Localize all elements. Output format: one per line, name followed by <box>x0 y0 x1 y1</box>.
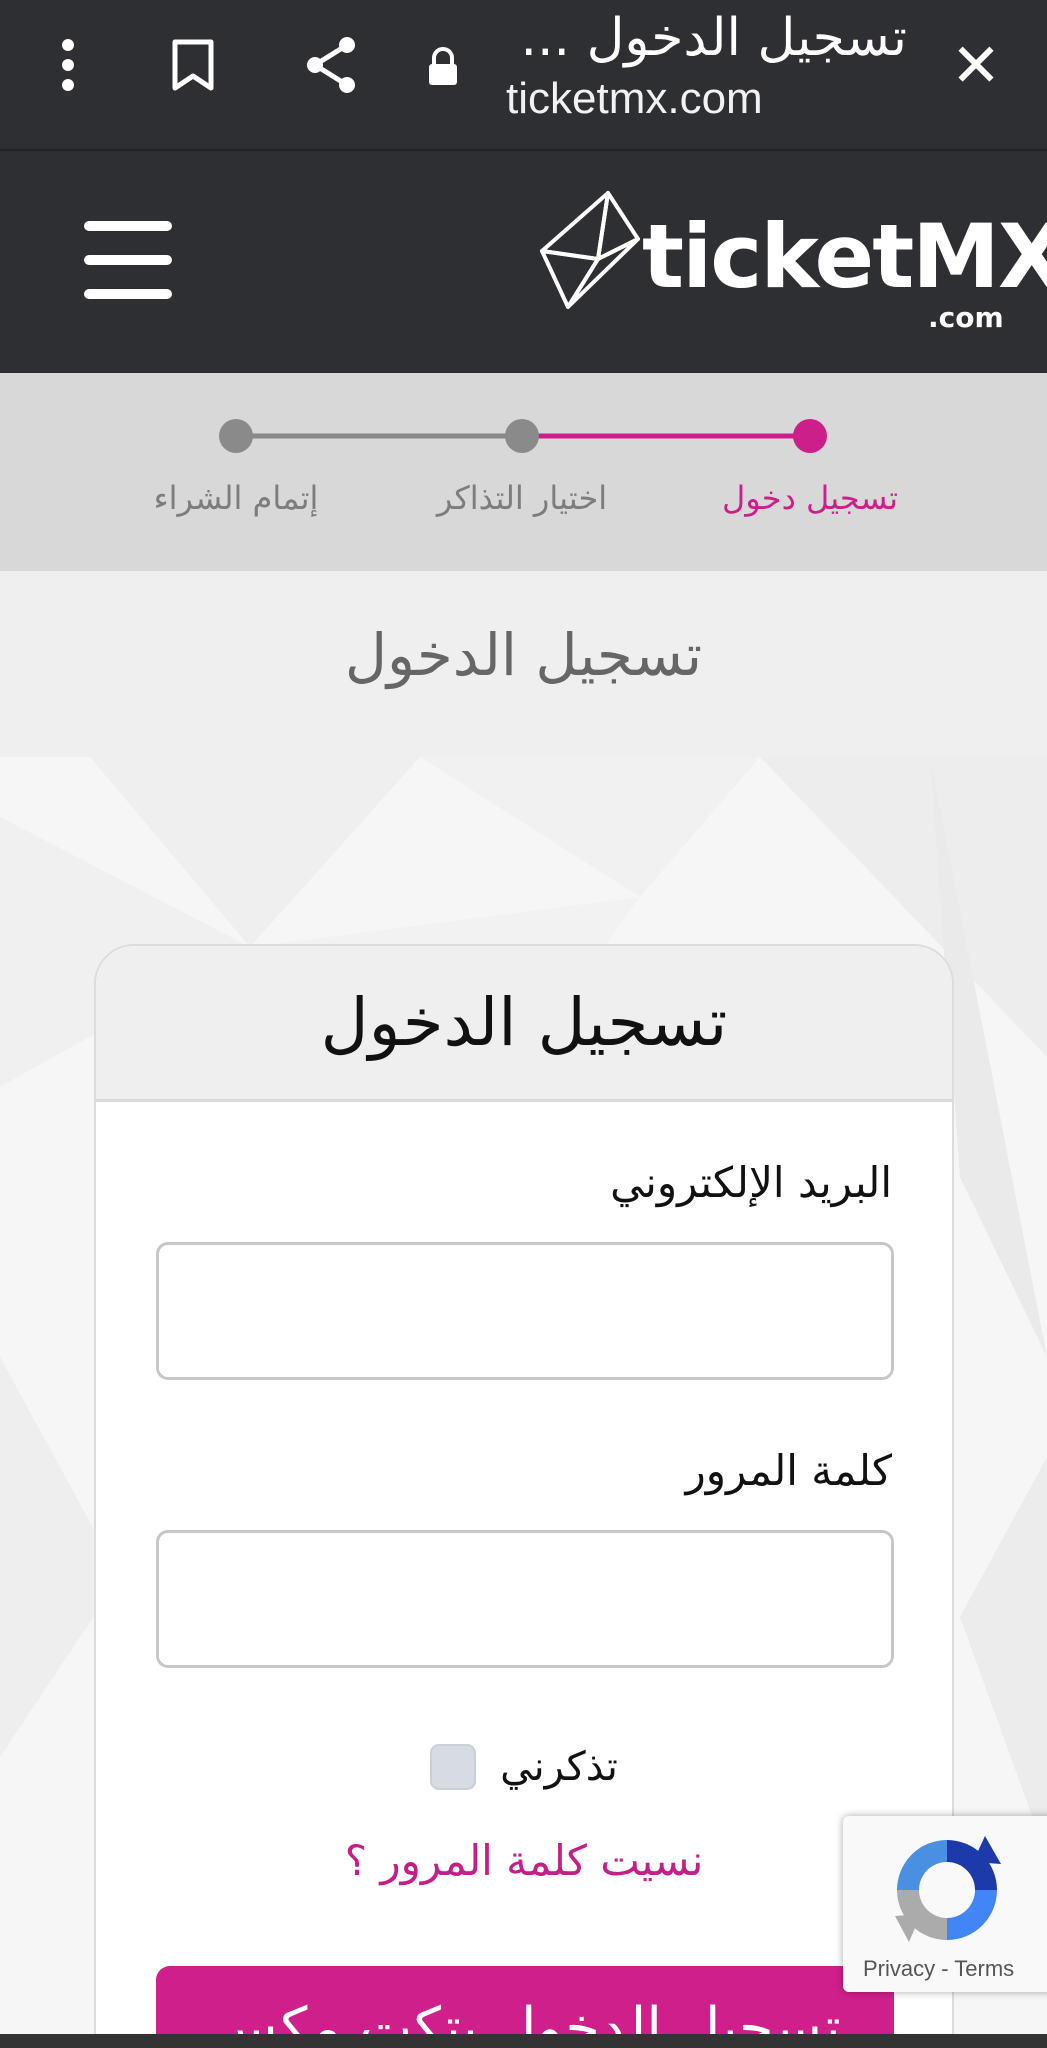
recaptcha-separator: - <box>941 1956 949 1981</box>
recaptcha-privacy-link[interactable]: Privacy <box>863 1956 935 1981</box>
page-title: تسجيل الدخول <box>344 621 703 689</box>
lock-icon[interactable] <box>418 42 468 92</box>
more-vert-icon[interactable] <box>44 32 92 98</box>
login-card-title: تسجيل الدخول <box>320 984 728 1061</box>
step-login-label: تسجيل دخول <box>722 479 898 517</box>
share-icon[interactable] <box>298 32 364 98</box>
browser-toolbar: ✕ تسجيل الدخول ... ticketmx.com <box>0 0 1047 149</box>
remember-me-row: تذكرني <box>96 1744 952 1790</box>
browser-url[interactable]: ticketmx.com <box>506 74 763 124</box>
steps-track <box>219 419 827 453</box>
site-header: ticketMX .com <box>0 149 1047 373</box>
email-label: البريد الإلكتروني <box>610 1158 892 1207</box>
logo-suffix: .com <box>928 301 1004 334</box>
step-dot-checkout <box>219 419 253 453</box>
recaptcha-logo-icon <box>895 1836 1001 1942</box>
checkout-steps: تسجيل دخول اختيار التذاكر إتمام الشراء <box>0 373 1047 571</box>
logo-mark-icon <box>540 191 640 309</box>
step-dot-tickets <box>505 419 539 453</box>
step-tickets-label: اختيار التذاكر <box>436 479 608 517</box>
remember-me-checkbox[interactable] <box>430 1744 477 1790</box>
password-field[interactable] <box>156 1530 894 1668</box>
recaptcha-terms-link[interactable]: Terms <box>954 1956 1014 1981</box>
remember-me-label[interactable]: تذكرني <box>500 1744 618 1790</box>
close-icon[interactable]: ✕ <box>940 30 1012 102</box>
bottom-edge <box>0 2034 1047 2048</box>
logo-wordmark: ticketMX <box>642 205 1047 308</box>
ticketmx-logo[interactable]: ticketMX .com <box>538 189 1047 339</box>
browser-tab-title: تسجيل الدخول ... <box>520 8 907 68</box>
login-card-header: تسجيل الدخول <box>96 946 952 1102</box>
forgot-password-link[interactable]: نسيت كلمة المرور ؟ <box>96 1836 952 1885</box>
step-dot-login <box>793 419 827 453</box>
password-label: كلمة المرور <box>685 1446 892 1495</box>
login-card: تسجيل الدخول البريد الإلكتروني كلمة المر… <box>94 944 954 2048</box>
recaptcha-badge[interactable]: Privacy - Terms <box>843 1816 1047 1992</box>
page-title-band: تسجيل الدخول <box>0 571 1047 757</box>
email-field[interactable] <box>156 1242 894 1380</box>
hamburger-menu-icon[interactable] <box>84 221 172 299</box>
step-checkout-label: إتمام الشراء <box>153 479 319 517</box>
bookmark-icon[interactable] <box>162 32 224 98</box>
recaptcha-links: Privacy - Terms <box>863 1956 1014 1982</box>
